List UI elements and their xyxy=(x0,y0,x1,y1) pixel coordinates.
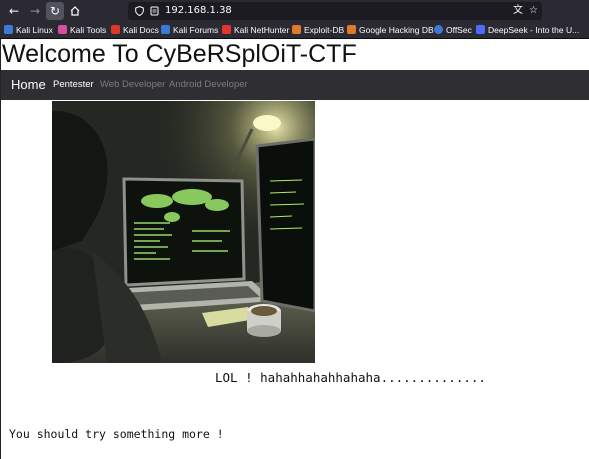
address-bar[interactable]: 192.168.1.38 文 ☆ xyxy=(128,2,542,20)
kali-dragon-icon xyxy=(4,25,13,34)
bookmark-label: Kali Linux xyxy=(16,25,53,35)
bookmark-label: Kali Tools xyxy=(70,25,107,35)
hacker-laptop-illustration xyxy=(52,101,315,363)
shield-icon[interactable] xyxy=(135,2,144,20)
bookmark-star-icon[interactable]: ☆ xyxy=(529,2,538,20)
nethunter-icon xyxy=(222,25,231,34)
bookmark-label: Exploit-DB xyxy=(304,25,345,35)
bookmark-label: Google Hacking DB xyxy=(359,25,434,35)
bookmark-kali-docs[interactable]: Kali Docs xyxy=(111,22,159,38)
bookmark-kali-forums[interactable]: Kali Forums xyxy=(161,22,218,38)
forward-arrow-icon[interactable]: → xyxy=(26,2,44,20)
translate-icon[interactable]: 文 xyxy=(513,2,523,20)
bookmark-offsec[interactable]: OffSec xyxy=(434,22,472,38)
bookmark-kali-linux[interactable]: Kali Linux xyxy=(4,22,53,38)
browser-toolbar: ← → ↻ 192.168.1.38 文 ☆ xyxy=(0,0,589,22)
kali-docs-icon xyxy=(111,25,120,34)
page-info-icon[interactable] xyxy=(150,2,159,20)
bookmark-label: Kali NetHunter xyxy=(234,25,290,35)
hint-text: You should try something more ! xyxy=(9,427,224,441)
web-page: Welcome To CyBeRSplOiT-CTF Home Penteste… xyxy=(0,39,589,459)
nav-pentester-link[interactable]: Pentester xyxy=(53,70,94,100)
site-navbar: Home Pentester Web Developer Android Dev… xyxy=(1,70,589,100)
kali-forums-icon xyxy=(161,25,170,34)
reload-icon[interactable]: ↻ xyxy=(46,2,64,20)
bookmark-google-hacking-db[interactable]: Google Hacking DB xyxy=(347,22,434,38)
nav-android-developer-link[interactable]: Android Developer xyxy=(169,70,248,100)
bookmark-kali-nethunter[interactable]: Kali NetHunter xyxy=(222,22,289,38)
ghdb-icon xyxy=(347,25,356,34)
lol-text: LOL ! hahahhahahhahaha.............. xyxy=(215,370,486,385)
deepseek-icon xyxy=(476,25,485,34)
nav-web-developer-link[interactable]: Web Developer xyxy=(100,70,165,100)
kali-tools-icon xyxy=(58,25,67,34)
hacker-laptop-image xyxy=(52,101,315,363)
bookmark-deepseek[interactable]: DeepSeek - Into the U... xyxy=(476,22,579,38)
bookmark-kali-tools[interactable]: Kali Tools xyxy=(58,22,106,38)
nav-home-link[interactable]: Home xyxy=(11,70,46,100)
offsec-icon xyxy=(434,25,443,34)
bookmark-label: DeepSeek - Into the U... xyxy=(488,25,580,35)
back-arrow-icon[interactable]: ← xyxy=(5,2,23,20)
url-text[interactable]: 192.168.1.38 xyxy=(165,2,232,20)
bookmark-label: Kali Docs xyxy=(123,25,159,35)
bookmark-label: Kali Forums xyxy=(173,25,219,35)
home-icon[interactable] xyxy=(66,2,84,20)
bookmark-label: OffSec xyxy=(446,25,472,35)
bookmarks-toolbar: Kali Linux Kali Tools Kali Docs Kali For… xyxy=(0,22,589,39)
page-title: Welcome To CyBeRSplOiT-CTF xyxy=(2,40,357,68)
bookmark-exploit-db[interactable]: Exploit-DB xyxy=(292,22,344,38)
exploit-db-icon xyxy=(292,25,301,34)
